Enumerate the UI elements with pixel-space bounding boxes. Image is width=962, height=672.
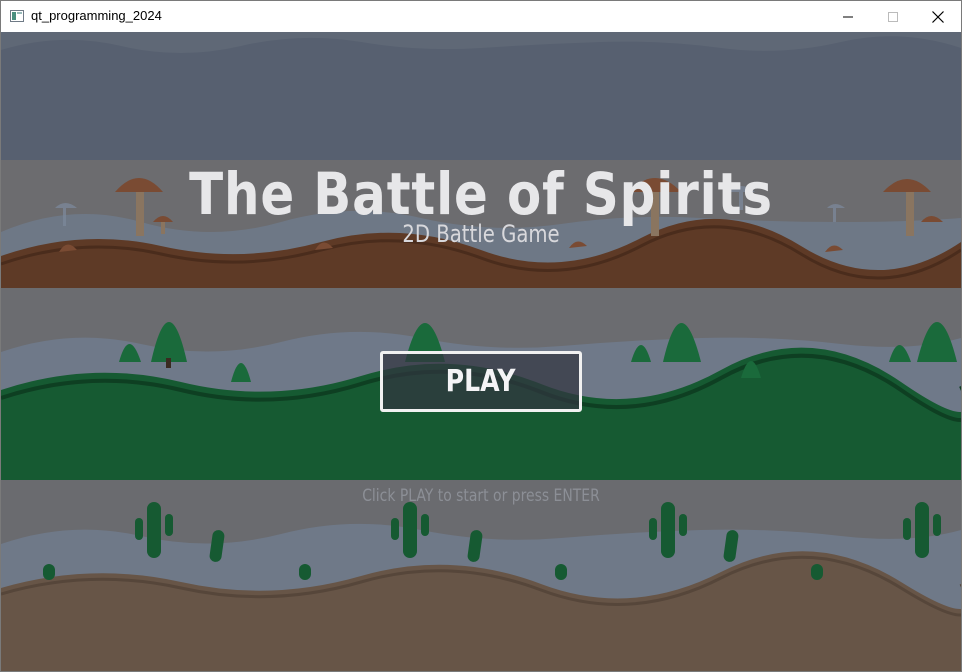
start-hint: Click PLAY to start or press ENTER	[362, 486, 600, 506]
qt-window-icon	[10, 10, 24, 22]
minimize-icon	[843, 16, 853, 17]
close-button[interactable]	[915, 1, 961, 32]
desert-band	[1, 480, 961, 671]
game-title: The Battle of Spirits	[189, 160, 773, 228]
maximize-button[interactable]	[870, 1, 916, 32]
play-button[interactable]: PLAY	[380, 351, 582, 412]
maximize-icon	[888, 11, 898, 22]
game-subtitle: 2D Battle Game	[402, 220, 560, 248]
close-icon	[932, 10, 944, 23]
window-title: qt_programming_2024	[31, 8, 162, 23]
minimize-button[interactable]	[825, 1, 871, 32]
game-scene[interactable]: The Battle of Spirits 2D Battle Game PLA…	[1, 32, 961, 671]
app-window: qt_programming_2024 The Battle of Spirit…	[0, 0, 962, 672]
title-bar[interactable]: qt_programming_2024	[1, 1, 961, 32]
play-button-label: PLAY	[446, 364, 516, 399]
sky-band	[1, 32, 961, 160]
